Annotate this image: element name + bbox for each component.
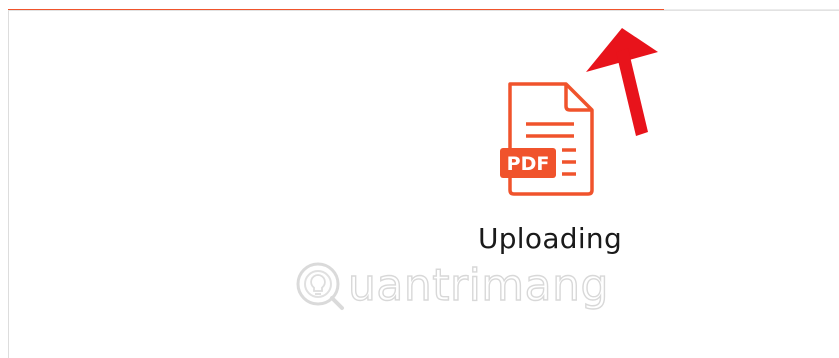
upload-status-text: Uploading xyxy=(477,222,623,255)
watermark-text: uantrimang xyxy=(347,259,609,311)
watermark-logo-icon xyxy=(296,262,344,310)
annotation-arrow-icon xyxy=(586,28,658,136)
watermark: uantrimang xyxy=(294,258,654,314)
pdf-badge-label: PDF xyxy=(507,153,550,175)
